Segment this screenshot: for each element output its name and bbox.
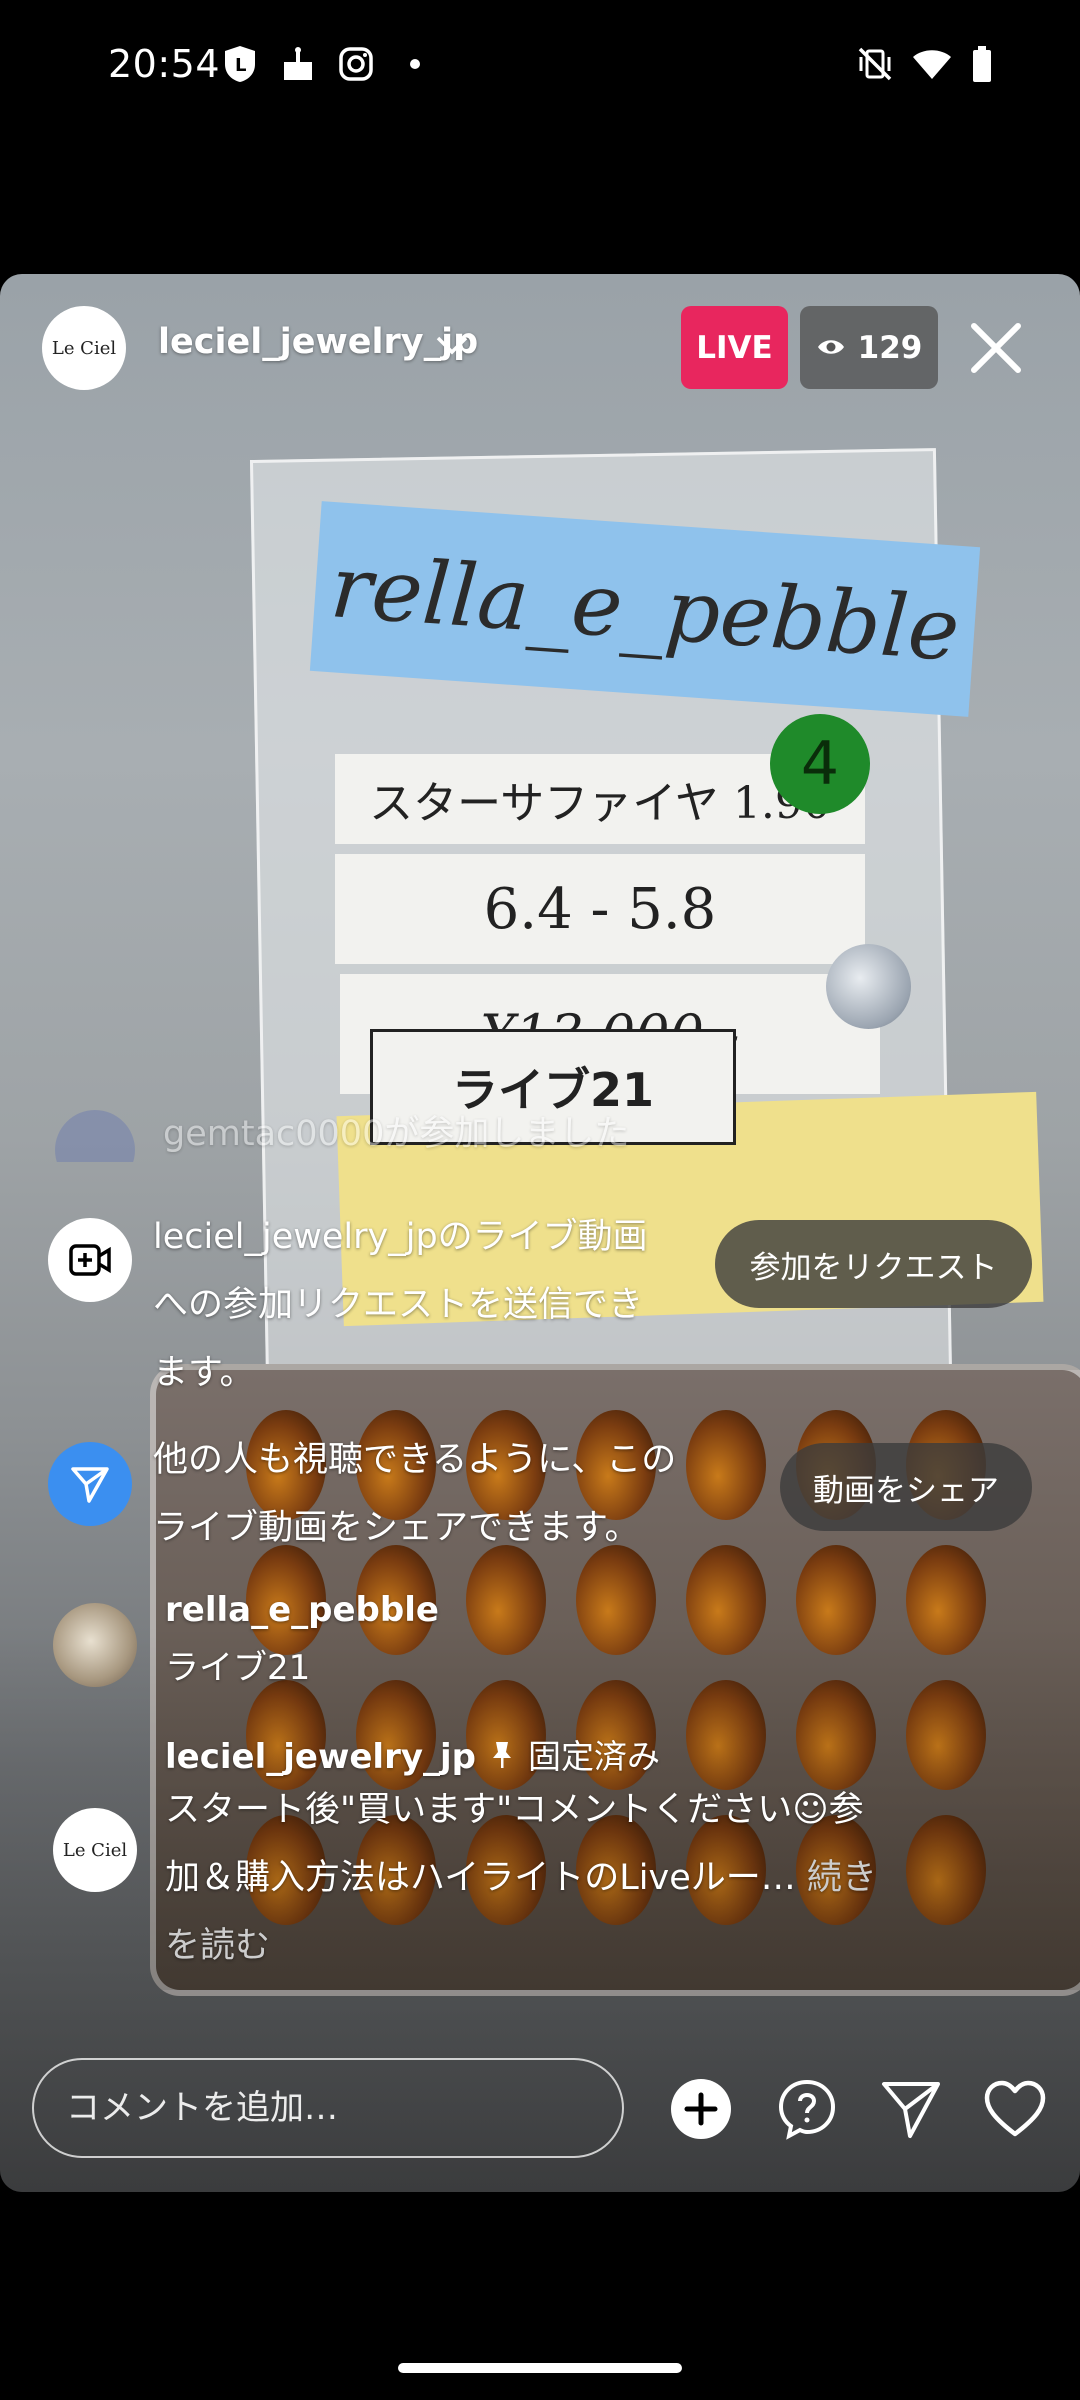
close-icon[interactable] (968, 320, 1024, 376)
question-icon[interactable] (776, 2078, 838, 2140)
heart-icon[interactable] (984, 2078, 1046, 2140)
share-message: 他の人も視聴できるように、この ライブ動画をシェアできます。 (153, 1440, 677, 1548)
video-add-icon (48, 1218, 132, 1302)
comment-username[interactable]: rella_e_pebble (165, 1585, 439, 1635)
dot-icon (395, 44, 435, 84)
read-more-link-cont[interactable]: を読む (165, 1912, 945, 1980)
joined-avatar (55, 1110, 135, 1162)
pinned-comment[interactable]: スタート後"買います"コメントください☺参 加＆購入方法はハイライトのLiveル… (165, 1776, 945, 1980)
wifi-icon (912, 44, 952, 84)
lock-l-icon: L (220, 44, 260, 84)
item-number-badge: 4 (770, 714, 870, 814)
star-sapphire-stone (826, 944, 911, 1029)
comment-text: ライブ21 (165, 1648, 311, 1688)
vibrate-off-icon (855, 44, 895, 84)
joined-message: gemtac0000が参加しました (163, 1114, 630, 1154)
battery-icon (962, 44, 1002, 84)
cake-icon (278, 44, 318, 84)
commenter-avatar[interactable] (53, 1603, 137, 1687)
chevron-down-icon[interactable] (434, 330, 470, 360)
add-icon[interactable] (670, 2078, 732, 2140)
gem-size-label: 6.4 - 5.8 (335, 854, 865, 964)
viewer-count-badge[interactable]: 129 (800, 306, 938, 389)
request-join-button[interactable]: 参加をリクエスト (715, 1220, 1032, 1308)
home-indicator[interactable] (398, 2363, 682, 2373)
comment-input[interactable] (32, 2058, 624, 2158)
host-avatar[interactable]: Le Ciel (42, 306, 126, 390)
svg-text:L: L (235, 55, 246, 76)
eye-icon (816, 330, 846, 366)
pinned-avatar[interactable]: Le Ciel (53, 1808, 137, 1892)
send-icon[interactable] (880, 2078, 942, 2140)
share-paper-plane-icon (48, 1442, 132, 1526)
live-badge: LIVE (681, 306, 788, 389)
pin-icon (490, 1740, 514, 1774)
request-message: leciel_jewelry_jpのライブ動画 への参加リクエストを送信でき ま… (153, 1217, 648, 1393)
viewer-count: 129 (857, 329, 923, 366)
share-video-button[interactable]: 動画をシェア (780, 1443, 1032, 1531)
host-username[interactable]: leciel_jewelry_jp (158, 322, 478, 362)
status-time: 20:54 (108, 42, 221, 86)
instagram-icon (336, 44, 376, 84)
read-more-link[interactable]: 続き (807, 1858, 877, 1898)
